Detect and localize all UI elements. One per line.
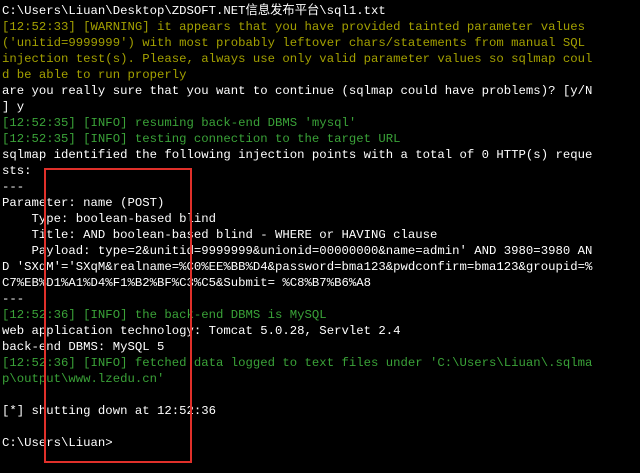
- console-line: C:\Users\Liuan\Desktop\ZDSOFT.NET信息发布平台\…: [2, 4, 386, 18]
- console-line: C:\Users\Liuan>: [2, 436, 113, 450]
- console-line: are you really sure that you want to con…: [2, 84, 593, 98]
- console-line: Title: AND boolean-based blind - WHERE o…: [2, 228, 438, 242]
- console-line: ---: [2, 180, 25, 194]
- console-line: p\output\www.lzedu.cn': [2, 372, 165, 386]
- console-line: web application technology: Tomcat 5.0.2…: [2, 324, 401, 338]
- console-line: [12:52:35] [INFO] testing connection to …: [2, 132, 401, 146]
- console-line: [*] shutting down at 12:52:36: [2, 404, 217, 418]
- console-line: Parameter: name (POST): [2, 196, 165, 210]
- terminal-console[interactable]: C:\Users\Liuan\Desktop\ZDSOFT.NET信息发布平台\…: [0, 0, 640, 473]
- console-line: back-end DBMS: MySQL 5: [2, 340, 165, 354]
- console-line: ] y: [2, 100, 25, 114]
- console-line: [12:52:36] [INFO] fetched data logged to…: [2, 356, 593, 370]
- console-line: C7%EB%D1%A1%D4%F1%B2%BF%C3%C5&Submit= %C…: [2, 276, 371, 290]
- console-line: Payload: type=2&unitid=9999999&unionid=0…: [2, 244, 593, 258]
- console-line: [12:52:35] [INFO] resuming back-end DBMS…: [2, 116, 357, 130]
- console-line: Type: boolean-based blind: [2, 212, 217, 226]
- console-line: injection test(s). Please, always use on…: [2, 52, 593, 66]
- console-line: D 'SXqM'='SXqM&realname=%C0%EE%BB%D4&pas…: [2, 260, 593, 274]
- console-line: sts:: [2, 164, 32, 178]
- console-line: sqlmap identified the following injectio…: [2, 148, 593, 162]
- console-line: [12:52:33] [WARNING] it appears that you…: [2, 20, 585, 34]
- console-line: ---: [2, 292, 25, 306]
- console-line: [12:52:36] [INFO] the back-end DBMS is M…: [2, 308, 327, 322]
- console-line: ('unitid=9999999') with most probably le…: [2, 36, 585, 50]
- console-line: d be able to run properly: [2, 68, 187, 82]
